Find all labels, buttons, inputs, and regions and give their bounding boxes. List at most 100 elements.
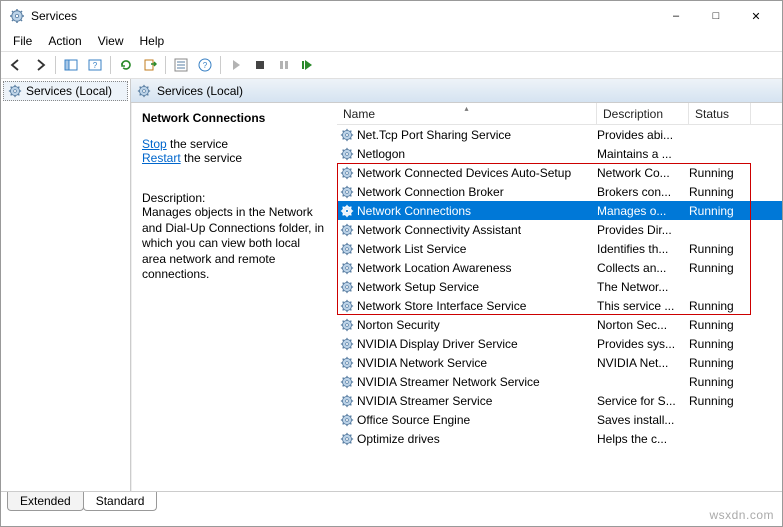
right-pane: Services (Local) Network Connections Sto… <box>131 79 782 491</box>
service-icon <box>340 166 354 180</box>
service-icon <box>340 280 354 294</box>
stop-service-button[interactable] <box>249 54 271 76</box>
column-header-status[interactable]: Status <box>689 103 751 124</box>
service-description: Maintains a ... <box>597 147 689 161</box>
service-icon <box>340 432 354 446</box>
service-icon <box>340 204 354 218</box>
toolbar-separator <box>165 56 166 74</box>
menu-help[interactable]: Help <box>132 32 173 50</box>
main-content: Services (Local) Services (Local) Networ… <box>1 79 782 492</box>
pane-body: Network Connections Stop the service Res… <box>131 103 782 491</box>
svg-text:?: ? <box>93 61 98 70</box>
service-name: NVIDIA Streamer Network Service <box>357 375 540 389</box>
column-header-name[interactable]: Name ▴ <box>337 103 597 124</box>
service-description: Service for S... <box>597 394 689 408</box>
service-name: Office Source Engine <box>357 413 470 427</box>
forward-button[interactable] <box>29 54 51 76</box>
tab-standard[interactable]: Standard <box>83 492 158 511</box>
window-title: Services <box>31 9 656 23</box>
toolbar-separator <box>55 56 56 74</box>
service-description: Provides Dir... <box>597 223 689 237</box>
tree-item-services-local[interactable]: Services (Local) <box>3 81 128 101</box>
table-row[interactable]: NVIDIA Display Driver ServiceProvides sy… <box>337 334 782 353</box>
service-status: Running <box>689 394 751 408</box>
list-body[interactable]: Net.Tcp Port Sharing ServiceProvides abi… <box>337 125 782 491</box>
service-description: Saves install... <box>597 413 689 427</box>
service-name: Network Setup Service <box>357 280 479 294</box>
table-row[interactable]: Network Store Interface ServiceThis serv… <box>337 296 782 315</box>
table-row[interactable]: Office Source Engine Saves install... <box>337 410 782 429</box>
service-status: Running <box>689 356 751 370</box>
services-icon <box>8 84 22 98</box>
table-row[interactable]: Net.Tcp Port Sharing ServiceProvides abi… <box>337 125 782 144</box>
service-name: Network Location Awareness <box>357 261 512 275</box>
restart-service-button[interactable] <box>297 54 319 76</box>
table-row[interactable]: Network Connectivity AssistantProvides D… <box>337 220 782 239</box>
services-icon <box>137 84 151 98</box>
export-list-button[interactable] <box>139 54 161 76</box>
service-name: Norton Security <box>357 318 440 332</box>
toolbar-separator <box>220 56 221 74</box>
table-row[interactable]: Network ConnectionsManages o...Running <box>337 201 782 220</box>
close-button[interactable]: ✕ <box>736 2 776 30</box>
properties-button[interactable] <box>170 54 192 76</box>
service-status: Running <box>689 242 751 256</box>
service-icon <box>340 242 354 256</box>
service-description: The Networ... <box>597 280 689 294</box>
service-description: Identifies th... <box>597 242 689 256</box>
menu-action[interactable]: Action <box>40 32 89 50</box>
service-status: Running <box>689 337 751 351</box>
table-row[interactable]: NVIDIA Network ServiceNVIDIA Net...Runni… <box>337 353 782 372</box>
menubar: File Action View Help <box>1 31 782 51</box>
table-row[interactable]: NetlogonMaintains a ... <box>337 144 782 163</box>
service-name: Optimize drives <box>357 432 440 446</box>
minimize-button[interactable]: – <box>656 2 696 30</box>
service-name: Network Connected Devices Auto-Setup <box>357 166 571 180</box>
maximize-button[interactable]: □ <box>696 2 736 30</box>
service-icon <box>340 261 354 275</box>
service-icon <box>340 394 354 408</box>
service-name: Network Connections <box>357 204 471 218</box>
service-description: Provides abi... <box>597 128 689 142</box>
table-row[interactable]: Network Location AwarenessCollects an...… <box>337 258 782 277</box>
service-description: Provides sys... <box>597 337 689 351</box>
service-icon <box>340 356 354 370</box>
column-header-description[interactable]: Description <box>597 103 689 124</box>
stop-suffix: the service <box>167 137 228 151</box>
table-row[interactable]: NVIDIA Streamer ServiceService for S...R… <box>337 391 782 410</box>
titlebar: Services – □ ✕ <box>1 1 782 31</box>
service-status: Running <box>689 299 751 313</box>
service-icon <box>340 375 354 389</box>
service-list: Name ▴ Description Status Net.Tcp Port S… <box>337 103 782 491</box>
action-restart-line: Restart the service <box>142 151 327 165</box>
menu-view[interactable]: View <box>90 32 132 50</box>
help-button[interactable]: ? <box>84 54 106 76</box>
show-hide-console-tree-button[interactable] <box>60 54 82 76</box>
table-row[interactable]: Network Connected Devices Auto-SetupNetw… <box>337 163 782 182</box>
selected-service-name: Network Connections <box>142 111 327 125</box>
help-topics-button[interactable]: ? <box>194 54 216 76</box>
service-description: This service ... <box>597 299 689 313</box>
service-status: Running <box>689 318 751 332</box>
service-icon <box>340 299 354 313</box>
service-icon <box>340 413 354 427</box>
service-description: NVIDIA Net... <box>597 356 689 370</box>
stop-service-link[interactable]: Stop <box>142 137 167 151</box>
table-row[interactable]: Optimize drivesHelps the c... <box>337 429 782 448</box>
table-row[interactable]: Network Setup Service The Networ... <box>337 277 782 296</box>
restart-service-link[interactable]: Restart <box>142 151 181 165</box>
table-row[interactable]: NVIDIA Streamer Network ServiceRunning <box>337 372 782 391</box>
column-header-name-label: Name <box>343 107 375 121</box>
services-icon <box>9 8 25 24</box>
table-row[interactable]: Norton SecurityNorton Sec...Running <box>337 315 782 334</box>
tree-item-label: Services (Local) <box>26 84 112 98</box>
refresh-button[interactable] <box>115 54 137 76</box>
table-row[interactable]: Network List ServiceIdentifies th...Runn… <box>337 239 782 258</box>
service-icon <box>340 185 354 199</box>
table-row[interactable]: Network Connection BrokerBrokers con...R… <box>337 182 782 201</box>
toolbar-separator <box>110 56 111 74</box>
tab-extended[interactable]: Extended <box>7 492 84 511</box>
back-button[interactable] <box>5 54 27 76</box>
menu-file[interactable]: File <box>5 32 40 50</box>
description-label: Description: <box>142 191 327 205</box>
